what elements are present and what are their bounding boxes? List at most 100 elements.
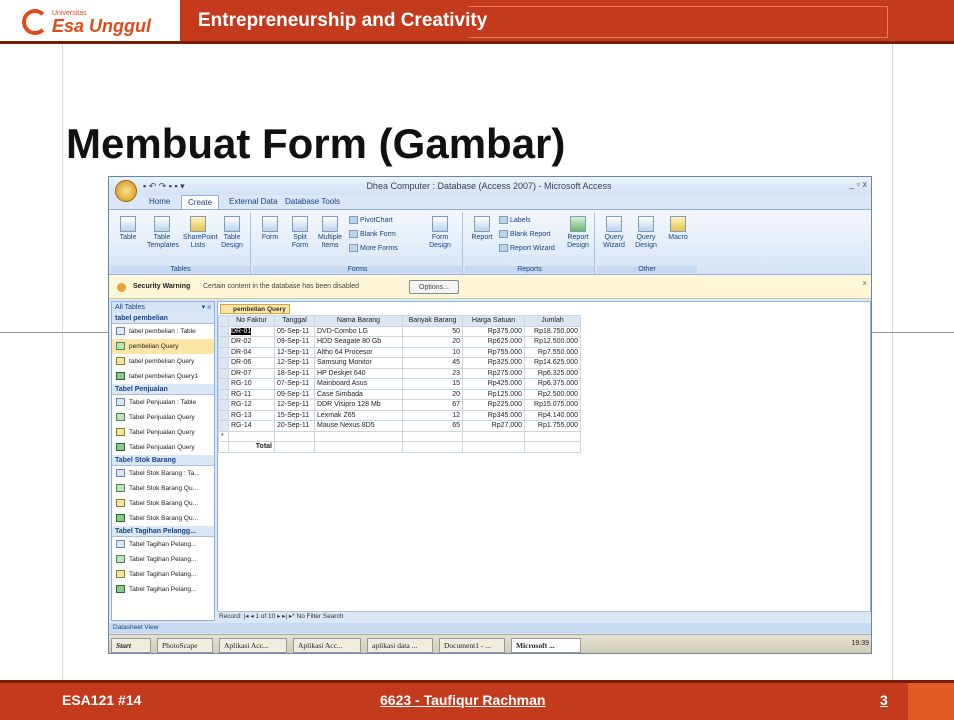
table-cell[interactable]: Rp6.375.000 [524,378,581,390]
blank-report-button[interactable]: Blank Report [499,230,550,240]
table-cell[interactable]: 45 [402,357,463,369]
table-cell[interactable]: Rp325.000 [462,357,525,369]
table-cell[interactable]: 10 [402,346,463,358]
table-cell[interactable]: Rp27.000 [462,420,525,432]
table-cell[interactable]: Samsung Monitor [314,357,403,369]
row-selector[interactable] [218,409,229,421]
table-cell[interactable]: DR-01 [228,325,275,337]
table-cell[interactable]: 12 [402,409,463,421]
table-cell[interactable]: 12-Sep-11 [274,346,315,358]
column-header[interactable]: Tanggal [274,315,315,327]
nav-item[interactable]: Tabel Tagihan Pelang... [112,552,214,567]
options-button[interactable]: Options... [409,280,459,294]
table-row[interactable]: RG-14 20-Sep-11 Mause Nexus 8D5 65 Rp27.000 R… [218,420,581,432]
record-navigation[interactable]: Record: |◂ ◂ 1 of 10 ▸ ▸| ▸* No Filter S… [217,611,871,621]
table-cell[interactable]: HP Deskjet 640 [314,367,403,379]
nav-group-header[interactable]: Tabel Penjualan [112,384,214,395]
nav-item[interactable]: Tabel Tagihan Pelang... [112,537,214,552]
table-cell[interactable]: RG-13 [228,409,275,421]
table-cell[interactable]: 20-Sep-11 [274,420,315,432]
table-cell[interactable]: 09-Sep-11 [274,336,315,348]
table-button[interactable]: Table [113,216,143,242]
nav-item[interactable]: Tabel Penjualan Query [112,425,214,440]
close-icon[interactable]: × [862,279,867,288]
report-button[interactable]: Report [467,216,497,242]
table-cell[interactable] [524,430,581,442]
nav-item[interactable]: Tabel Stok Barang : Ta... [112,466,214,481]
table-row[interactable]: DR-01 05-Sep-11 DVD-Combo LG 50 Rp375.000 Rp1… [218,325,581,337]
table-row[interactable]: DR-02 09-Sep-11 HDD Seagate 80 Gb 20 Rp625.0… [218,336,581,348]
table-cell[interactable]: DR-04 [228,346,275,358]
nav-item[interactable]: Tabel Stok Barang Qu... [112,481,214,496]
table-cell[interactable]: 23 [402,367,463,379]
form-button[interactable]: Form [255,216,285,242]
query-design-button[interactable]: Query Design [631,216,661,250]
table-cell[interactable]: Rp425.000 [462,378,525,390]
table-cell[interactable]: DR-07 [228,367,275,379]
table-cell[interactable]: 20 [402,336,463,348]
split-form-button[interactable]: Split Form [285,216,315,250]
table-cell[interactable]: Altho 64 Procesor [314,346,403,358]
window-controls[interactable]: _ ▫ x [849,179,867,189]
more-forms-button[interactable]: More Forms [349,244,398,254]
column-header[interactable]: Jumlah [524,315,581,327]
tab-external-data[interactable]: External Data [223,195,283,209]
table-cell[interactable]: Rp2.500.000 [524,388,581,400]
report-wizard-button[interactable]: Report Wizard [499,244,555,254]
column-header[interactable]: No Faktur [228,315,275,327]
tab-home[interactable]: Home [143,195,176,209]
table-cell[interactable]: Rp18.750.000 [524,325,581,337]
table-cell[interactable] [228,430,275,442]
table-cell[interactable]: HDD Seagate 80 Gb [314,336,403,348]
column-header[interactable]: Banyak Barang [402,315,463,327]
table-cell[interactable]: DDR Visipro 128 Mb [314,399,403,411]
nav-item[interactable]: tabel pembelian Query1 [112,369,214,384]
nav-item[interactable]: Tabel Penjualan Query [112,410,214,425]
labels-button[interactable]: Labels [499,216,531,226]
table-cell[interactable] [462,430,525,442]
report-design-button[interactable]: Report Design [563,216,593,250]
nav-item[interactable]: Tabel Stok Barang Qu... [112,496,214,511]
row-selector[interactable] [218,378,229,390]
table-row[interactable]: RG-11 09-Sep-11 Case Simbada 20 Rp125.000 Rp2… [218,388,581,400]
row-selector[interactable] [218,388,229,400]
taskbar-item[interactable]: Aplikasi Acc... [219,638,287,653]
table-cell[interactable]: RG-14 [228,420,275,432]
table-cell[interactable]: Rp375.000 [462,325,525,337]
start-button[interactable]: Start [111,638,151,653]
taskbar-item[interactable]: aplikasi data ... [367,638,433,653]
table-cell[interactable]: Rp15.075.000 [524,399,581,411]
table-cell[interactable]: Rp275.000 [462,367,525,379]
table-cell[interactable]: Rp125.000 [462,388,525,400]
table-cell[interactable]: 67 [402,399,463,411]
multiple-items-button[interactable]: Multiple Items [315,216,345,250]
row-selector[interactable] [218,325,229,337]
taskbar-item[interactable]: Document1 - ... [439,638,505,653]
macro-button[interactable]: Macro [663,216,693,242]
table-design-button[interactable]: Table Design [217,216,247,250]
table-cell[interactable]: 09-Sep-11 [274,388,315,400]
table-row[interactable]: RG-12 12-Sep-11 DDR Visipro 128 Mb 67 Rp225.… [218,399,581,411]
nav-item[interactable]: tabel pembelian : Table [112,324,214,339]
row-selector[interactable] [218,336,229,348]
table-row[interactable]: DR-07 18-Sep-11 HP Deskjet 640 23 Rp275.000 R… [218,367,581,379]
table-cell[interactable]: Case Simbada [314,388,403,400]
query-wizard-button[interactable]: Query Wizard [599,216,629,250]
taskbar-item[interactable]: PhotoScape [157,638,213,653]
nav-group-header[interactable]: Tabel Stok Barang [112,455,214,466]
pivotchart-button[interactable]: PivotChart [349,216,393,226]
table-cell[interactable]: Rp625.000 [462,336,525,348]
nav-item[interactable]: pembelian Query [112,339,214,354]
tab-database-tools[interactable]: Database Tools [279,195,346,209]
table-row[interactable]: DR-04 12-Sep-11 Altho 64 Procesor 10 Rp755.0… [218,346,581,358]
table-cell[interactable]: 05-Sep-11 [274,325,315,337]
nav-group-header[interactable]: tabel pembelian [112,313,214,324]
nav-group-header[interactable]: Tabel Tagihan Pelangg... [112,526,214,537]
table-cell[interactable]: Rp12.500.000 [524,336,581,348]
table-cell[interactable]: Rp7.550.000 [524,346,581,358]
table-cell[interactable]: Rp225.000 [462,399,525,411]
table-cell[interactable]: 07-Sep-11 [274,378,315,390]
table-cell[interactable]: Mause Nexus 8D5 [314,420,403,432]
nav-pane-header[interactable]: All Tables ▾ « [112,302,214,313]
table-cell[interactable]: DR-02 [228,336,275,348]
